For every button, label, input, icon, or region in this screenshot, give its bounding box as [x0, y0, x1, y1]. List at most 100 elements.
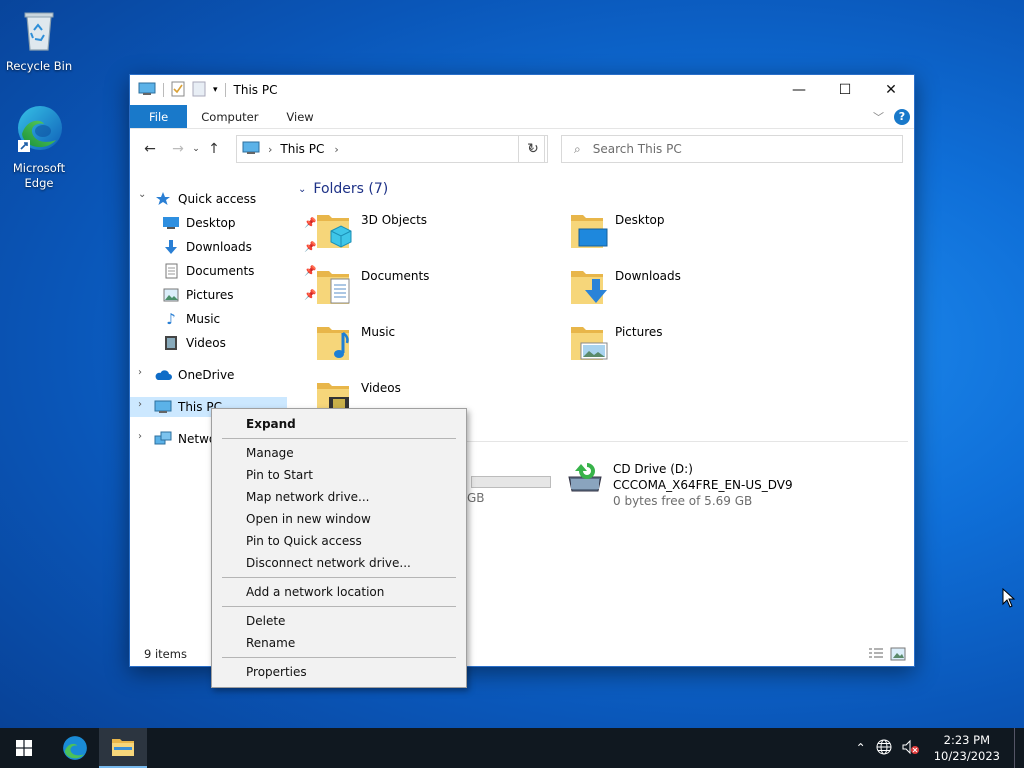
- system-tray: ⌃ 2:23 PM 10/23/2023: [856, 728, 1018, 768]
- recent-locations-button[interactable]: ⌄: [189, 144, 203, 154]
- folder-desktop[interactable]: Desktop: [569, 207, 809, 255]
- edge-icon: [63, 736, 87, 760]
- document-icon: [162, 263, 180, 279]
- folder-music[interactable]: Music: [315, 319, 555, 367]
- menu-separator: [222, 657, 456, 658]
- network-icon: [154, 431, 172, 447]
- menu-separator: [222, 577, 456, 578]
- minimize-button[interactable]: —: [776, 75, 822, 105]
- nav-label: Pictures: [186, 288, 234, 302]
- expand-icon[interactable]: ›: [138, 367, 142, 378]
- tab-view[interactable]: View: [272, 105, 327, 128]
- expand-icon[interactable]: ›: [138, 431, 142, 442]
- tab-computer[interactable]: Computer: [187, 105, 272, 128]
- item-count: 9 items: [144, 647, 187, 661]
- navigation-bar: ← → ⌄ ↑ › This PC › ⌄ ↻ ⌕ Search This PC: [130, 133, 914, 165]
- breadcrumb-separator-icon[interactable]: ›: [334, 143, 338, 156]
- up-button[interactable]: ↑: [203, 141, 225, 157]
- menu-separator: [222, 438, 456, 439]
- folder-downloads[interactable]: Downloads: [569, 263, 809, 311]
- large-icons-view-icon[interactable]: [890, 647, 906, 664]
- folder-desktop-icon: [569, 207, 609, 251]
- desktop-icon-label: Microsoft Edge: [12, 161, 66, 190]
- folder-icon: [112, 739, 134, 756]
- window-controls: — ☐ ✕: [776, 75, 914, 105]
- breadcrumb-this-pc[interactable]: This PC: [280, 142, 324, 156]
- star-icon: [154, 191, 172, 207]
- title-bar[interactable]: ▾ This PC — ☐ ✕: [130, 75, 914, 105]
- forward-button[interactable]: →: [167, 141, 189, 157]
- properties-icon[interactable]: [171, 81, 185, 100]
- nav-label: Videos: [186, 336, 226, 350]
- menu-item-pin-to-start[interactable]: Pin to Start: [246, 464, 313, 486]
- separator: [224, 83, 226, 97]
- expand-ribbon-icon[interactable]: ﹀: [873, 109, 884, 125]
- edge-icon: [16, 104, 62, 158]
- clock-time: 2:23 PM: [943, 733, 991, 747]
- folder-name: Desktop: [615, 213, 665, 227]
- menu-item-properties[interactable]: Properties: [246, 661, 307, 683]
- nav-label: Music: [186, 312, 221, 326]
- nav-item-music[interactable]: ♪ Music: [162, 309, 220, 329]
- windows-icon: [16, 740, 32, 756]
- desktop-icon-recycle-bin[interactable]: Recycle Bin: [1, 8, 77, 74]
- breadcrumb-separator-icon[interactable]: ›: [268, 143, 272, 156]
- expand-icon[interactable]: ›: [138, 399, 142, 410]
- folder-documents[interactable]: Documents: [315, 263, 555, 311]
- back-button[interactable]: ←: [139, 141, 161, 157]
- computer-icon: [154, 399, 172, 415]
- search-input[interactable]: ⌕ Search This PC: [561, 135, 903, 163]
- customize-toolbar-icon[interactable]: ▾: [213, 85, 218, 95]
- tab-file[interactable]: File: [130, 105, 188, 128]
- cloud-icon: [154, 367, 172, 383]
- folder-3d-objects[interactable]: 3D Objects: [315, 207, 555, 255]
- mouse-cursor-icon: [1002, 587, 1016, 611]
- new-folder-icon[interactable]: [192, 81, 206, 100]
- show-desktop-button[interactable]: [1014, 728, 1018, 768]
- separator: [163, 83, 164, 97]
- folder-pictures[interactable]: Pictures: [569, 319, 809, 367]
- nav-item-onedrive[interactable]: OneDrive: [154, 365, 234, 385]
- folder-name: Music: [361, 325, 396, 339]
- nav-item-desktop[interactable]: Desktop 📌: [162, 213, 316, 233]
- nav-item-videos[interactable]: Videos: [162, 333, 226, 353]
- menu-item-map-network-drive[interactable]: Map network drive...: [246, 486, 370, 508]
- menu-item-manage[interactable]: Manage: [246, 442, 294, 464]
- nav-item-downloads[interactable]: Downloads 📌: [162, 237, 316, 257]
- refresh-button[interactable]: ↻: [518, 135, 548, 163]
- drive-cd-d[interactable]: CD Drive (D:) CCCOMA_X64FRE_EN-US_DV9 0 …: [567, 461, 793, 509]
- collapse-icon[interactable]: ⌄: [138, 189, 146, 200]
- desktop-icon-edge[interactable]: Microsoft Edge: [1, 104, 77, 191]
- menu-item-open-new-window[interactable]: Open in new window: [246, 508, 371, 530]
- menu-item-expand[interactable]: Expand: [246, 413, 296, 435]
- nav-item-documents[interactable]: Documents 📌: [162, 261, 316, 281]
- nav-quick-access[interactable]: Quick access: [154, 189, 256, 209]
- help-icon[interactable]: ?: [894, 108, 910, 125]
- menu-separator: [222, 606, 456, 607]
- folders-group-header[interactable]: ⌄ Folders (7): [298, 181, 388, 197]
- system-clock[interactable]: 2:23 PM 10/23/2023: [934, 732, 1000, 764]
- cd-drive-icon: [567, 461, 603, 509]
- menu-item-disconnect-network-drive[interactable]: Disconnect network drive...: [246, 552, 411, 574]
- chevron-up-icon[interactable]: ⌃: [856, 741, 866, 755]
- close-button[interactable]: ✕: [868, 75, 914, 105]
- menu-item-delete[interactable]: Delete: [246, 610, 285, 632]
- menu-item-rename[interactable]: Rename: [246, 632, 295, 654]
- address-bar[interactable]: › This PC › ⌄: [236, 135, 545, 163]
- maximize-button[interactable]: ☐: [822, 75, 868, 105]
- folder-name: Downloads: [615, 269, 681, 283]
- taskbar-file-explorer-button[interactable]: [99, 728, 147, 768]
- drive-free-space: 0 bytes free of 5.69 GB: [613, 494, 753, 508]
- nav-item-pictures[interactable]: Pictures 📌: [162, 285, 316, 305]
- menu-item-pin-quick-access[interactable]: Pin to Quick access: [246, 530, 362, 552]
- recycle-bin-icon: [1, 8, 77, 56]
- desktop-icon: [162, 215, 180, 231]
- folder-name: Documents: [361, 269, 430, 283]
- taskbar-edge-button[interactable]: [51, 728, 99, 768]
- window-title: This PC: [233, 83, 278, 97]
- details-view-icon[interactable]: [868, 647, 884, 664]
- menu-item-add-network-location[interactable]: Add a network location: [246, 581, 384, 603]
- volume-muted-icon[interactable]: [902, 739, 920, 758]
- network-globe-icon[interactable]: [876, 739, 892, 758]
- start-button[interactable]: [0, 728, 48, 768]
